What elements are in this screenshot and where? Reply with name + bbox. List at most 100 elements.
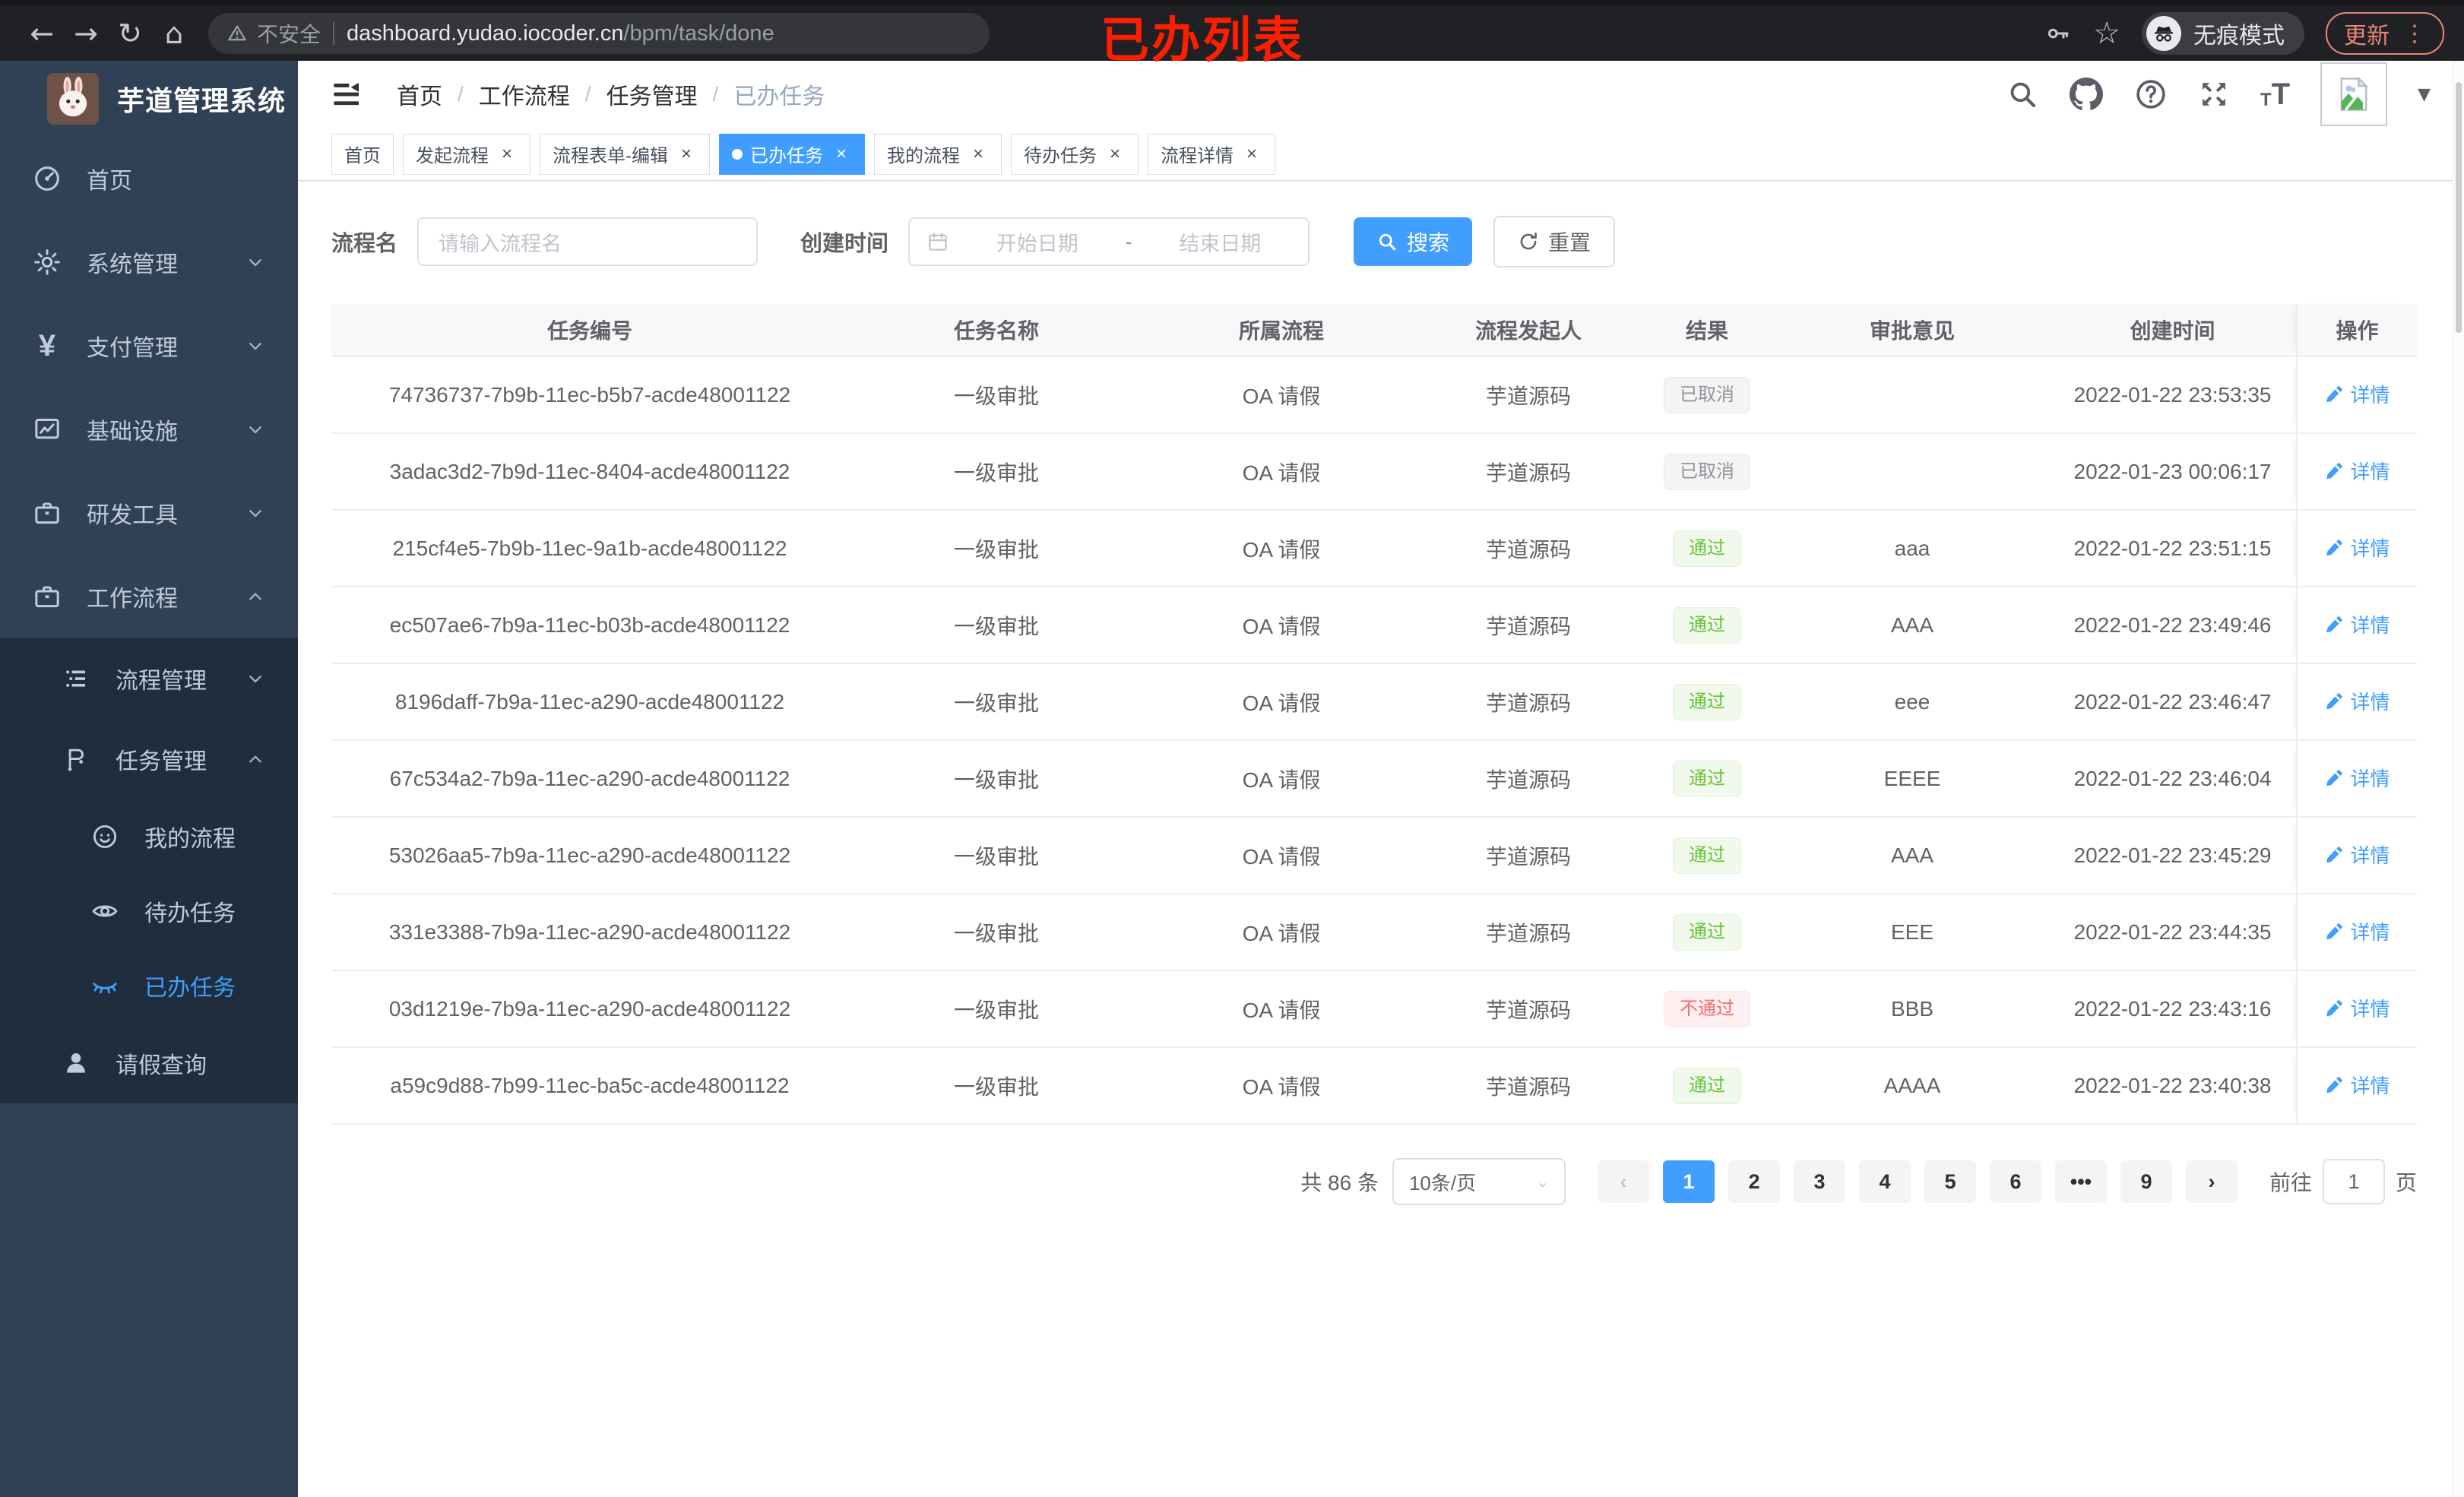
forward-button[interactable]: →	[64, 11, 108, 55]
breadcrumb-item[interactable]: 工作流程	[479, 78, 570, 111]
breadcrumb-item[interactable]: 任务管理	[606, 78, 698, 111]
next-page-button[interactable]: ›	[2185, 1160, 2238, 1203]
sidebar-item-流程管理[interactable]: 流程管理	[0, 638, 298, 719]
detail-link[interactable]: 详情	[2324, 994, 2390, 1022]
avatar-caret-icon[interactable]: ▼	[2418, 85, 2431, 104]
search-icon[interactable]	[2006, 78, 2038, 110]
cell-opinion: AAA	[1775, 817, 2049, 894]
cell-result: 通过	[1639, 740, 1775, 818]
sidebar-item-已办任务[interactable]: 已办任务	[0, 948, 298, 1023]
tab-我的流程[interactable]: 我的流程 ×	[874, 133, 1002, 175]
scrollbar-thumb[interactable]	[2456, 82, 2462, 333]
detail-link[interactable]: 详情	[2324, 917, 2390, 945]
detail-link[interactable]: 详情	[2324, 457, 2390, 485]
cell-create-time: 2022-01-22 23:46:04	[2049, 740, 2297, 818]
detail-link[interactable]: 详情	[2324, 610, 2390, 638]
security-warning[interactable]: 不安全	[226, 18, 321, 49]
tab-流程详情[interactable]: 流程详情 ×	[1148, 133, 1275, 175]
page-button-6[interactable]: 6	[1989, 1160, 2041, 1203]
cell-result: 通过	[1639, 1047, 1775, 1125]
bookmark-star-icon[interactable]: ☆	[2093, 16, 2120, 51]
detail-link[interactable]: 详情	[2324, 1071, 2390, 1099]
close-icon[interactable]: ×	[1241, 144, 1262, 165]
tab-待办任务[interactable]: 待办任务 ×	[1011, 133, 1139, 175]
sidebar-item-首页[interactable]: 首页	[0, 137, 298, 220]
pagination: 共 86 条 10条/页 ⌄ ‹ 1 2 3 4 5 6 ••• 9 › 前往 1 页	[331, 1158, 2417, 1205]
help-icon[interactable]	[2134, 78, 2168, 111]
jump-prefix: 前往	[2269, 1171, 2312, 1195]
cell-actions: 详情	[2296, 740, 2417, 818]
detail-link[interactable]: 详情	[2324, 764, 2390, 792]
close-icon[interactable]: ×	[831, 144, 852, 165]
close-icon[interactable]: ×	[1104, 144, 1126, 165]
breadcrumb-item[interactable]: 首页	[397, 78, 442, 111]
page-button-2[interactable]: 2	[1728, 1160, 1780, 1203]
eye-closed-icon	[88, 969, 122, 1002]
detail-link[interactable]: 详情	[2324, 380, 2390, 408]
jump-page-input[interactable]: 1	[2322, 1159, 2385, 1204]
cell-process: OA 请假	[1145, 1047, 1418, 1125]
reload-button[interactable]: ↻	[108, 11, 152, 55]
end-date-placeholder[interactable]: 结束日期	[1149, 227, 1292, 257]
close-icon[interactable]: ×	[968, 144, 989, 165]
key-icon[interactable]	[2044, 20, 2072, 47]
sidebar-item-研发工具[interactable]: 研发工具	[0, 471, 298, 555]
page-button-9[interactable]: 9	[2120, 1160, 2172, 1203]
tab-已办任务[interactable]: 已办任务 ×	[719, 133, 865, 175]
sidebar-item-支付管理[interactable]: ¥ 支付管理	[0, 304, 298, 388]
cell-task-name: 一级审批	[848, 970, 1145, 1048]
table-row: 03d1219e-7b9a-11ec-a290-acde48001122 一级审…	[331, 970, 2417, 1048]
cell-task-id: 74736737-7b9b-11ec-b5b7-acde48001122	[331, 356, 848, 434]
page-button-1[interactable]: 1	[1662, 1160, 1715, 1203]
close-icon[interactable]: ×	[676, 144, 697, 165]
page-button-3[interactable]: 3	[1793, 1160, 1845, 1203]
update-button[interactable]: 更新 ⋮	[2326, 12, 2444, 55]
broken-image-icon	[2340, 76, 2369, 111]
avatar[interactable]	[2320, 62, 2388, 126]
page-size-select[interactable]: 10条/页 ⌄	[1392, 1158, 1566, 1205]
cell-task-name: 一级审批	[848, 740, 1145, 818]
cell-create-time: 2022-01-22 23:49:46	[2049, 587, 2297, 664]
refresh-icon	[1520, 232, 1537, 250]
back-button[interactable]: ←	[20, 11, 64, 55]
fullscreen-icon[interactable]	[2198, 78, 2230, 110]
page-button-5[interactable]: 5	[1924, 1160, 1976, 1203]
sidebar-item-请假查询[interactable]: 请假查询	[0, 1023, 298, 1103]
close-icon[interactable]: ×	[496, 144, 518, 165]
font-size-icon[interactable]: TT	[2260, 79, 2290, 109]
page-button-•••[interactable]: •••	[2054, 1160, 2107, 1203]
detail-link[interactable]: 详情	[2324, 533, 2390, 562]
status-badge: 已取消	[1664, 376, 1750, 413]
start-date-placeholder[interactable]: 开始日期	[966, 227, 1109, 257]
github-icon[interactable]	[2069, 77, 2104, 112]
date-range-picker[interactable]: 开始日期 - 结束日期	[908, 217, 1310, 266]
sidebar-item-待办任务[interactable]: 待办任务	[0, 874, 298, 948]
browser-menu-icon[interactable]: ⋮	[2403, 21, 2426, 47]
cell-result: 通过	[1639, 587, 1775, 664]
cell-process: OA 请假	[1145, 970, 1418, 1048]
detail-link[interactable]: 详情	[2324, 840, 2390, 869]
url-bar[interactable]: 不安全 dashboard.yudao.iocoder.cn/bpm/task/…	[208, 13, 990, 54]
table-row: 53026aa5-7b9a-11ec-a290-acde48001122 一级审…	[331, 817, 2417, 894]
home-button[interactable]: ⌂	[152, 11, 196, 55]
chevron-down-icon	[243, 666, 268, 691]
search-button[interactable]: 搜索	[1354, 217, 1473, 266]
sidebar-item-工作流程[interactable]: 工作流程	[0, 555, 298, 638]
sidebar-item-基础设施[interactable]: 基础设施	[0, 388, 298, 471]
tab-流程表单-编辑[interactable]: 流程表单-编辑 ×	[540, 133, 710, 175]
page-button-4[interactable]: 4	[1858, 1160, 1911, 1203]
table-row: ec507ae6-7b9a-11ec-b03b-acde48001122 一级审…	[331, 587, 2417, 664]
detail-link[interactable]: 详情	[2324, 687, 2390, 715]
sidebar-item-任务管理[interactable]: 任务管理	[0, 719, 298, 799]
reset-button[interactable]: 重置	[1493, 216, 1616, 267]
tab-发起流程[interactable]: 发起流程 ×	[403, 133, 530, 175]
hamburger-icon[interactable]	[331, 79, 362, 109]
sidebar-item-我的流程[interactable]: 我的流程	[0, 799, 298, 874]
tab-首页[interactable]: 首页	[331, 133, 394, 175]
page-scrollbar[interactable]	[2453, 61, 2464, 1497]
app-logo[interactable]: 芋道管理系统	[0, 61, 298, 137]
prev-page-button[interactable]: ‹	[1597, 1160, 1649, 1203]
sidebar-item-系统管理[interactable]: 系统管理	[0, 220, 298, 304]
process-name-input[interactable]: 请输入流程名	[417, 217, 759, 266]
url-path: /bpm/task/done	[623, 21, 774, 46]
